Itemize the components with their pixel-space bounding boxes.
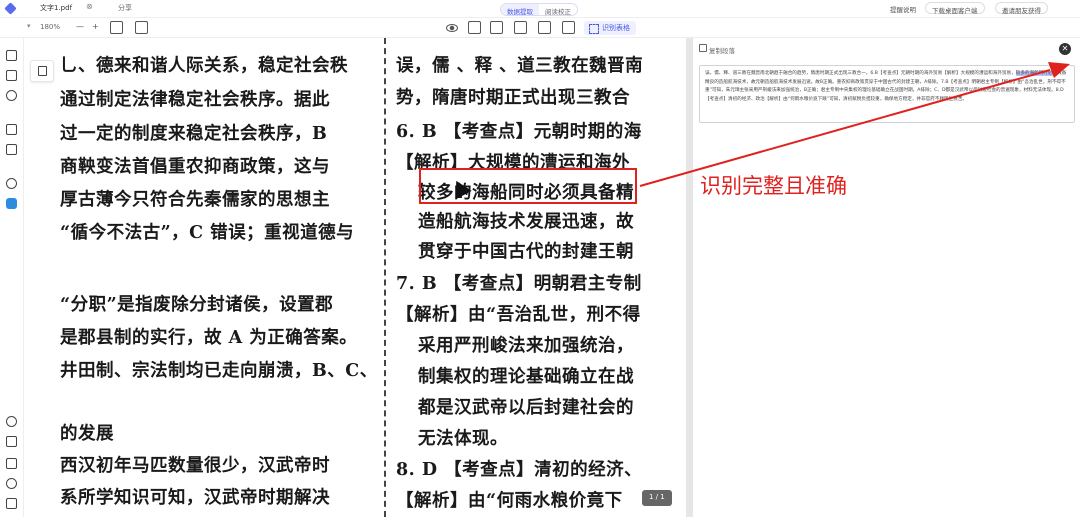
extract-panel: 复制段落 ✕ 误，儒、释、道三教在魏晋南北朝趋于融合的趋势，隋唐时期正式出现三教…	[692, 38, 1080, 517]
text-line: 乚、德来和谐人际关系，稳定社会秩	[60, 56, 348, 76]
settings-icon[interactable]	[6, 498, 17, 509]
column-divider	[384, 38, 386, 517]
text-line: 无法体现。	[418, 429, 508, 449]
fit-page-icon[interactable]	[135, 21, 148, 34]
text-line: 厚古薄今只符合先秦儒家的思想主	[60, 190, 330, 210]
panel-title: 复制段落	[709, 47, 735, 55]
text-line: 是郡县制的实行，故 A 为正确答案。	[60, 328, 358, 348]
annotation-label: 识别完整且准确	[700, 174, 847, 198]
tab-data-extract[interactable]: 数据提取	[501, 4, 539, 15]
page-copy-tool[interactable]	[30, 60, 54, 82]
text-line: 势，隋唐时期正式出现三教合	[396, 88, 630, 108]
text-line: 通过制定法律稳定社会秩序。据此	[60, 90, 330, 110]
left-sidebar	[0, 38, 24, 517]
layout-icon[interactable]	[468, 21, 481, 34]
share-button[interactable]: 分享	[118, 3, 132, 13]
text-line: “循今不法古”，C 错误；重视道德与	[60, 223, 355, 243]
zoom-dropdown-icon[interactable]: ▾	[27, 22, 31, 30]
close-tab-icon[interactable]: ⊗	[86, 2, 93, 11]
invite-friends-button[interactable]: 邀请朋友获得	[995, 2, 1048, 15]
outline-icon[interactable]	[6, 70, 17, 81]
page-indicator[interactable]: 1 / 1	[642, 490, 672, 506]
zoom-in-button[interactable]: +	[92, 22, 99, 31]
zoom-out-button[interactable]: —	[76, 22, 84, 31]
copy-icon	[699, 44, 707, 52]
text-line: 系所学知识可知，汉武帝时期解决	[60, 488, 330, 508]
extracted-text-selected: 较多的海船同时必须	[1015, 71, 1058, 76]
document-view[interactable]: 乚、德来和谐人际关系，稳定社会秩 通过制定法律稳定社会秩序。据此 过一定的制度来…	[56, 38, 688, 517]
list-icon[interactable]	[538, 21, 551, 34]
extracted-text-box[interactable]: 误，儒、释、道三教在魏晋南北朝趋于融合的趋势，隋唐时期正式出现三教合一。6.B【…	[699, 65, 1075, 123]
file-tab[interactable]: 文字1.pdf	[40, 3, 72, 13]
tab-reading-correction[interactable]: 阅读校正	[539, 4, 577, 15]
toolbar: ▾ 180% — + 识别表格	[0, 18, 1080, 38]
table-icon[interactable]	[490, 21, 503, 34]
text-line: 贯穿于中国古代的封建王朝	[418, 242, 634, 262]
page-right-column: 误，儒 、释 、道三教在魏晋南 势，隋唐时期正式出现三教合 6. B 【考查点】…	[396, 38, 688, 517]
eye-icon[interactable]	[446, 24, 458, 32]
text-line: 【解析】由“何雨水粮价竟下	[396, 491, 623, 511]
text-icon[interactable]	[562, 21, 575, 34]
text-line: 采用严刑峻法来加强统治，	[418, 336, 634, 356]
scissors-icon[interactable]	[6, 178, 17, 189]
download-client-button[interactable]: 下载桌面客户端	[925, 2, 985, 15]
help-link[interactable]: 提醒说明	[890, 4, 916, 14]
text-line: 商鞅变法首倡重农抑商政策，这与	[60, 157, 330, 177]
close-icon[interactable]: ✕	[1059, 43, 1071, 55]
text-line: 8. D 【考查点】清初的经济、	[396, 460, 643, 480]
text-line: 【解析】由“吾治乱世，刑不得	[396, 305, 641, 325]
speaker-icon[interactable]	[6, 478, 17, 489]
copy-icon	[38, 66, 47, 76]
text-line: 都是汉武帝以后封建社会的	[418, 398, 634, 418]
search-icon[interactable]	[6, 90, 17, 101]
book-icon[interactable]	[6, 458, 17, 469]
recognize-table-button[interactable]: 识别表格	[584, 21, 636, 35]
note-icon[interactable]	[6, 436, 17, 447]
mode-switch: 数据提取 阅读校正	[500, 3, 578, 16]
ai-assistant-icon[interactable]	[6, 198, 17, 209]
export-icon[interactable]	[6, 124, 17, 135]
text-line: 的发展	[60, 424, 114, 444]
app-window: 文字1.pdf ⊗ 分享 数据提取 阅读校正 提醒说明 下载桌面客户端 邀请朋友…	[0, 0, 1080, 517]
document-icon[interactable]	[6, 50, 17, 61]
extracted-text: 误，儒、释、道三教在魏晋南北朝趋于融合的趋势，隋唐时期正式出现三教合一。6.B【…	[705, 71, 1016, 76]
rotate-icon[interactable]	[110, 21, 123, 34]
app-logo-icon	[4, 2, 17, 15]
text-line: 6. B 【考查点】元朝时期的海	[396, 122, 642, 142]
text-line: 造船航海技术发展迅速，故	[418, 212, 634, 232]
text-line: “分职”是指废除分封诸侯，设置郡	[60, 295, 334, 315]
star-icon[interactable]	[6, 144, 17, 155]
zoom-level[interactable]: 180%	[40, 23, 60, 31]
text-line: 制集权的理论基础确立在战	[418, 367, 634, 387]
text-line: 过一定的制度来稳定社会秩序，B	[60, 124, 328, 144]
support-icon[interactable]	[6, 416, 17, 427]
text-line: 井田制、宗法制均已走向崩溃，B、C、	[60, 361, 378, 381]
top-bar: 文字1.pdf ⊗ 分享 数据提取 阅读校正 提醒说明 下载桌面客户端 邀请朋友…	[0, 0, 1080, 18]
text-line: 7. B 【考查点】明朝君主专制	[396, 274, 642, 294]
columns-icon[interactable]	[514, 21, 527, 34]
page-left-column: 乚、德来和谐人际关系，稳定社会秩 通过制定法律稳定社会秩序。据此 过一定的制度来…	[56, 38, 386, 517]
text-line: 误，儒 、释 、道三教在魏晋南	[396, 56, 644, 76]
text-line: 西汉初年马匹数量很少，汉武帝时	[60, 456, 330, 476]
